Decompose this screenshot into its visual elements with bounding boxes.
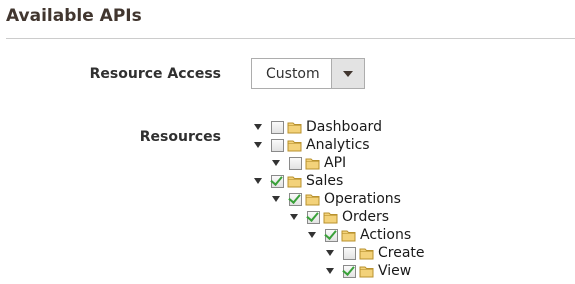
resources-label: Resources: [139, 129, 221, 145]
tree-expand-icon[interactable]: [308, 232, 316, 238]
resource-access-value: Custom: [266, 66, 320, 82]
tree-expand-icon[interactable]: [254, 142, 262, 148]
tree-node-label[interactable]: Analytics: [306, 137, 370, 153]
resource-access-select[interactable]: Custom: [251, 58, 365, 89]
section-title: Available APIs: [6, 6, 142, 26]
tree-checkbox-checked[interactable]: [271, 175, 284, 188]
folder-icon: [287, 122, 302, 134]
tree-checkbox[interactable]: [271, 139, 284, 152]
tree-checkbox-checked[interactable]: [325, 229, 338, 242]
chevron-down-icon: [343, 71, 353, 77]
resource-access-label: Resource Access: [89, 66, 221, 82]
tree-node-label[interactable]: Sales: [306, 173, 343, 189]
tree-expand-icon[interactable]: [326, 250, 334, 256]
folder-icon: [323, 212, 338, 224]
tree-checkbox[interactable]: [271, 121, 284, 134]
tree-expand-icon[interactable]: [290, 214, 298, 220]
folder-icon: [287, 140, 302, 152]
section-divider: [6, 38, 575, 39]
folder-icon: [359, 266, 374, 278]
dropdown-toggle-button[interactable]: [331, 59, 364, 88]
tree-node-label[interactable]: Operations: [324, 191, 401, 207]
tree-node-label[interactable]: Dashboard: [306, 119, 382, 135]
tree-expand-icon[interactable]: [272, 160, 280, 166]
tree-checkbox-checked[interactable]: [307, 211, 320, 224]
tree-expand-icon[interactable]: [326, 268, 334, 274]
tree-node-label[interactable]: Orders: [342, 209, 389, 225]
folder-icon: [305, 194, 320, 206]
tree-node-label[interactable]: Actions: [360, 227, 411, 243]
tree-expand-icon[interactable]: [254, 178, 262, 184]
tree-checkbox[interactable]: [343, 247, 356, 260]
folder-icon: [305, 158, 320, 170]
folder-icon: [287, 176, 302, 188]
folder-icon: [359, 248, 374, 260]
tree-checkbox-checked[interactable]: [289, 193, 302, 206]
tree-node-label[interactable]: API: [324, 155, 346, 171]
tree-node-label[interactable]: View: [378, 263, 411, 279]
tree-checkbox-checked[interactable]: [343, 265, 356, 278]
tree-checkbox[interactable]: [289, 157, 302, 170]
tree-expand-icon[interactable]: [254, 124, 262, 130]
tree-node-label[interactable]: Create: [378, 245, 425, 261]
folder-icon: [341, 230, 356, 242]
tree-expand-icon[interactable]: [272, 196, 280, 202]
